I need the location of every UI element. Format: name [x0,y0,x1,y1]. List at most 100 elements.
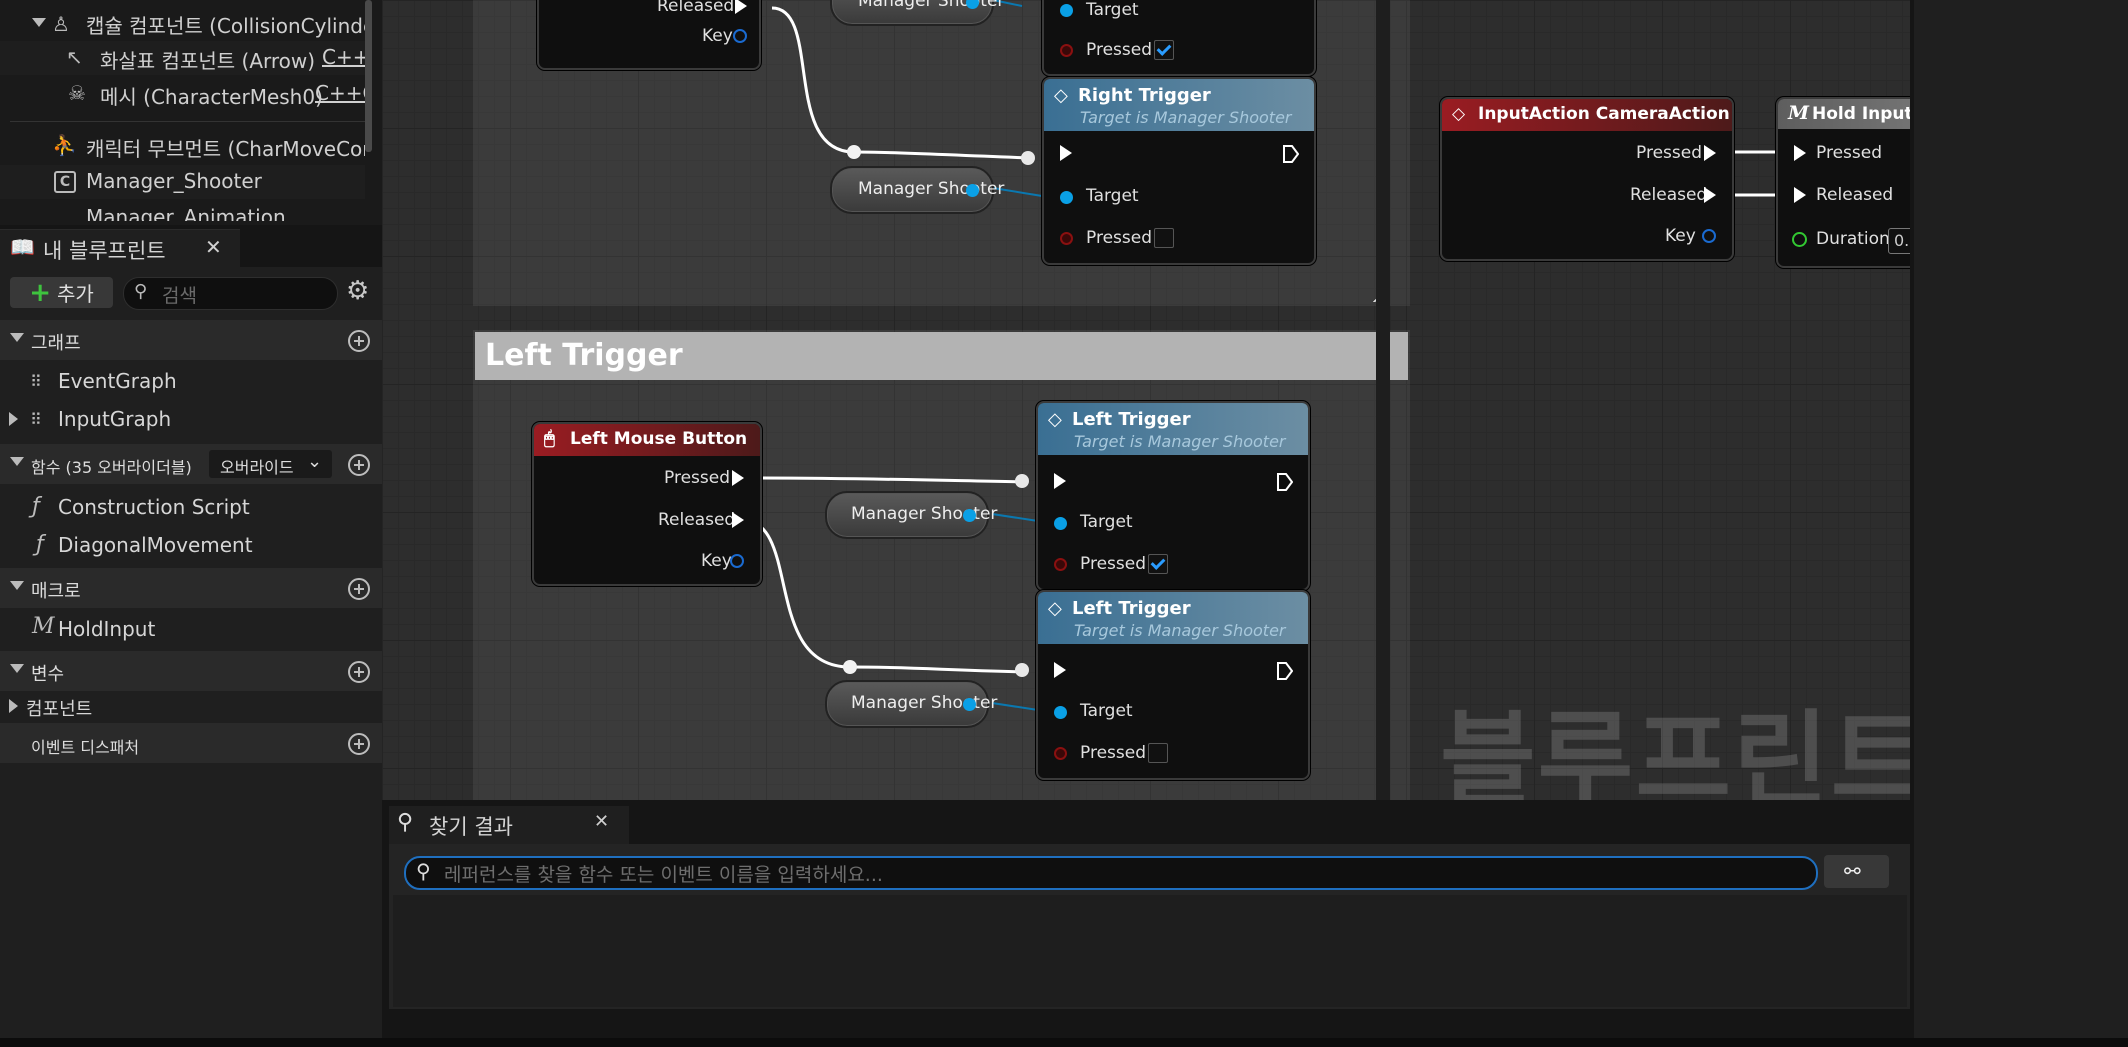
close-icon[interactable]: ✕ [205,235,222,259]
collapse-triangle-icon[interactable] [10,664,24,673]
object-out-pin[interactable] [963,698,976,711]
float-in-pin[interactable] [1792,232,1807,247]
pressed-checkbox[interactable] [1154,40,1174,60]
node-header[interactable]: ◇ Left Trigger Target is Manager Shooter [1038,403,1308,455]
reroute-node[interactable] [843,660,857,674]
exec-out-pin[interactable] [732,470,744,486]
find-search-input[interactable]: ⚲ 레퍼런스를 찾을 함수 또는 이벤트 이름을 입력하세요... [404,856,1818,890]
exec-out-pin[interactable] [732,512,744,528]
key-out-pin[interactable] [730,554,744,568]
right-trigger-node[interactable]: ◇ Right Trigger Target is Manager Shoote… [1042,77,1316,265]
search-input[interactable]: ⚲ 검색 [123,277,338,310]
component-row-manager-shooter[interactable]: C Manager_Shooter [0,165,365,199]
collapse-triangle-icon[interactable] [10,457,24,466]
bool-in-pin[interactable] [1060,232,1073,245]
add-function-icon[interactable] [348,454,370,476]
left-trigger-node-pressed[interactable]: ◇ Left Trigger Target is Manager Shooter… [1036,401,1310,591]
graph-item-eventgraph[interactable]: EventGraph [58,369,177,393]
function-call-node-top[interactable]: Target Pressed [1042,0,1316,76]
input-action-camera-node[interactable]: ◇ InputAction CameraAction Pressed Relea… [1440,97,1734,261]
exec-out-pin[interactable] [1704,187,1716,203]
target-in-pin[interactable] [1060,191,1073,204]
exec-in-pin[interactable] [1054,662,1066,678]
add-graph-icon[interactable] [348,330,370,352]
node-header[interactable]: ◇ InputAction CameraAction [1442,99,1732,131]
find-binoculars-button[interactable]: ⚯ [1824,855,1889,888]
skeleton-icon: ☠ [68,81,86,105]
component-row-capsule[interactable]: ♙ 캡슐 컴포넌트 (CollisionCylinde [0,6,365,40]
collapse-triangle-icon[interactable] [32,18,46,27]
section-functions[interactable]: 함수 (35 오버라이더블) 오버라이드 ⌄ [0,444,382,484]
pressed-checkbox[interactable] [1148,743,1168,763]
bool-in-pin[interactable] [1060,44,1073,57]
component-row-mesh[interactable]: ☠ 메시 (CharacterMesh0) C++C [0,77,365,111]
function-item-diagonalmovement[interactable]: DiagonalMovement [58,533,253,557]
component-row-manager-animation[interactable]: Manager_Animation [0,201,365,221]
exec-in-pin[interactable] [1794,145,1806,161]
exec-out-pin[interactable] [1283,145,1299,163]
bool-in-pin[interactable] [1054,747,1067,760]
collapse-triangle-icon[interactable] [10,333,24,342]
node-header[interactable]: 🖱 Left Mouse Button [534,424,760,456]
reroute-knot[interactable] [1021,151,1035,165]
section-graphs[interactable]: 그래프 [0,320,382,360]
cpp-link[interactable]: C++C [315,81,365,105]
scrollbar[interactable] [365,0,372,152]
add-variable-icon[interactable] [348,661,370,683]
reroute-knot[interactable] [1015,474,1029,488]
object-out-pin[interactable] [963,509,976,522]
duration-input[interactable]: 0. [1888,228,1910,254]
reroute-knot[interactable] [1015,663,1029,677]
expand-triangle-icon[interactable] [9,412,18,426]
exec-in-pin[interactable] [1060,145,1072,161]
component-row-arrow[interactable]: ↖ 화살표 컴포넌트 (Arrow) C++ [0,41,365,75]
settings-gear-icon[interactable]: ⚙ [346,277,369,305]
blueprint-graph-canvas[interactable]: Left Trigger Released Key Manager Shoote… [382,0,1910,800]
tab-find-results[interactable]: ⚲ 찾기 결과 ✕ [389,806,629,844]
exec-in-pin[interactable] [1794,187,1806,203]
reroute-node[interactable] [847,145,861,159]
hold-input-macro-node[interactable]: M Hold Input Pressed Released Duration 0… [1776,97,1910,268]
bool-in-pin[interactable] [1054,558,1067,571]
key-out-pin[interactable] [733,29,747,43]
manager-shooter-variable-node[interactable]: Manager Shooter [825,491,997,539]
target-in-pin[interactable] [1054,706,1067,719]
tab-my-blueprint[interactable]: 📖 내 블루프린트 ✕ [0,229,240,268]
add-macro-icon[interactable] [348,578,370,600]
component-row-charmove[interactable]: ⛹ 캐릭터 무브먼트 (CharMoveCon [0,129,365,163]
section-macros[interactable]: 매크로 [0,568,382,608]
target-in-pin[interactable] [1054,517,1067,530]
key-out-pin[interactable] [1702,229,1716,243]
cpp-link[interactable]: C++ [322,45,365,69]
add-dispatcher-icon[interactable] [348,733,370,755]
function-item-construction-script[interactable]: Construction Script [58,495,250,519]
expand-triangle-icon[interactable] [9,699,18,713]
manager-shooter-variable-node[interactable]: Manager Shooter [825,680,997,728]
exec-out-pin[interactable] [1277,473,1293,491]
graph-item-inputgraph[interactable]: InputGraph [58,407,171,431]
section-event-dispatchers[interactable]: 이벤트 디스패처 [0,723,382,763]
manager-shooter-variable-node[interactable]: Manager Shooter [830,166,1004,214]
object-out-pin[interactable] [966,184,979,197]
target-in-pin[interactable] [1060,4,1073,17]
macro-item-holdinput[interactable]: HoldInput [58,617,155,641]
collapse-triangle-icon[interactable] [10,581,24,590]
exec-out-pin[interactable] [1704,145,1716,161]
node-header[interactable]: M Hold Input [1778,99,1910,129]
node-header[interactable]: ◇ Right Trigger Target is Manager Shoote… [1044,79,1314,131]
exec-in-pin[interactable] [1054,473,1066,489]
add-button[interactable]: + 추가 [10,277,113,308]
override-dropdown[interactable]: 오버라이드 ⌄ [209,450,332,478]
node-header[interactable]: ◇ Left Trigger Target is Manager Shooter [1038,592,1308,644]
input-key-node[interactable]: Released Key [537,0,761,70]
left-mouse-button-node[interactable]: 🖱 Left Mouse Button Pressed Released Key [532,422,762,586]
exec-out-pin[interactable] [1277,662,1293,680]
section-variables[interactable]: 변수 [0,651,382,691]
close-icon[interactable]: ✕ [594,811,609,832]
pressed-checkbox[interactable] [1154,228,1174,248]
left-trigger-node-released[interactable]: ◇ Left Trigger Target is Manager Shooter… [1036,590,1310,780]
manager-shooter-variable-node[interactable]: Manager Shooter [830,0,1004,26]
pressed-checkbox[interactable] [1148,554,1168,574]
exec-out-pin[interactable] [735,0,747,14]
variable-category-components[interactable]: 컴포넌트 [26,695,92,721]
